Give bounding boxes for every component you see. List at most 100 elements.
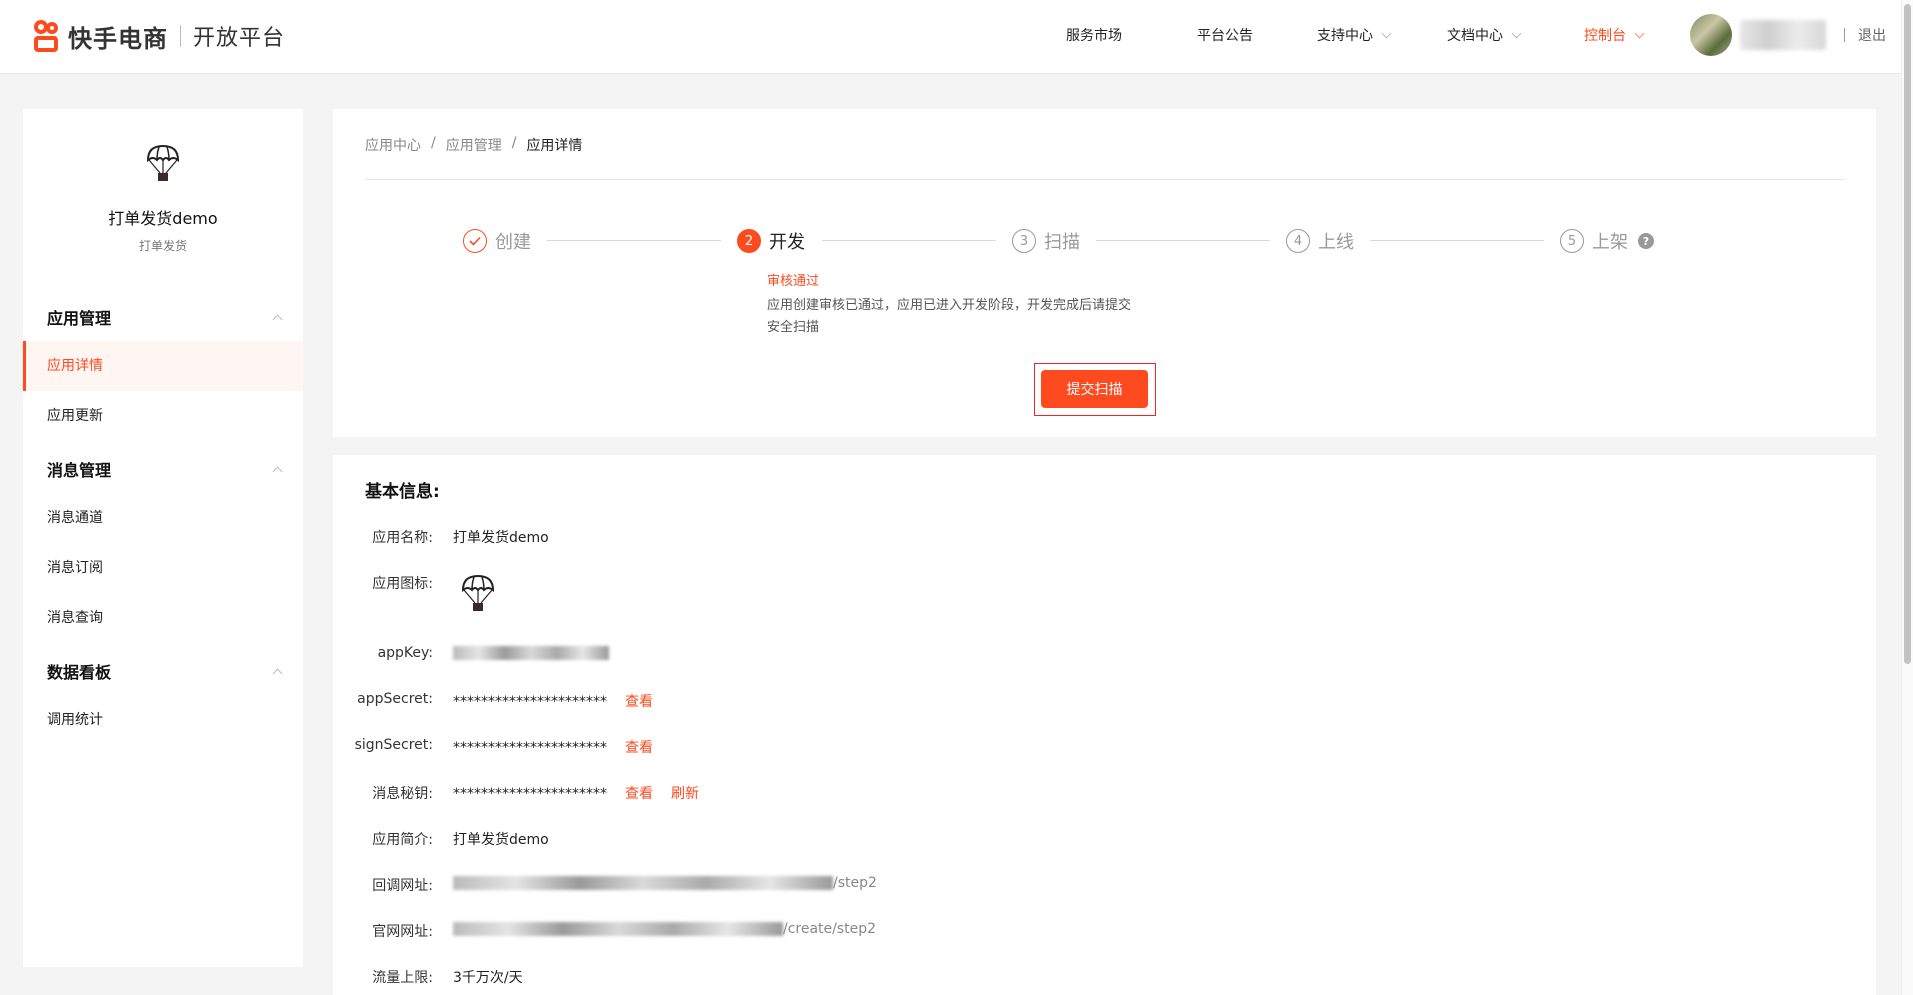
step-number: 3 bbox=[1012, 229, 1036, 253]
field-label: 应用名称: bbox=[372, 530, 433, 546]
step-connector bbox=[547, 240, 721, 241]
avatar[interactable] bbox=[1690, 14, 1732, 56]
step-label: 扫描 bbox=[1044, 232, 1080, 253]
nav-console[interactable]: 控制台 bbox=[1584, 25, 1645, 45]
sidebar: 打单发货demo 打单发货 应用管理 应用详情 应用更新 消息管理 消息通道 消… bbox=[23, 109, 303, 967]
field-label: 流量上限: bbox=[372, 970, 433, 986]
step-connector bbox=[1370, 240, 1544, 241]
scrollbar-thumb[interactable] bbox=[1904, 4, 1911, 664]
refresh-message-secret-link[interactable]: 刷新 bbox=[671, 786, 699, 802]
chevron-down-icon bbox=[1381, 28, 1392, 38]
sidebar-group-app-management[interactable]: 应用管理 bbox=[47, 305, 111, 329]
breadcrumb-app-management[interactable]: 应用管理 bbox=[446, 135, 502, 155]
view-message-secret-link[interactable]: 查看 bbox=[625, 786, 653, 802]
nav-announcements[interactable]: 平台公告 bbox=[1197, 25, 1253, 45]
view-signsecret-link[interactable]: 查看 bbox=[625, 740, 653, 756]
section-title: 基本信息: bbox=[365, 482, 440, 502]
breadcrumb: 应用中心 / 应用管理 / 应用详情 bbox=[365, 135, 582, 155]
username-redacted[interactable] bbox=[1740, 20, 1826, 50]
appkey-value-redacted bbox=[453, 645, 609, 661]
nav-label: 支持中心 bbox=[1317, 28, 1373, 44]
submit-scan-button[interactable]: 提交扫描 bbox=[1041, 370, 1148, 408]
logo-divider bbox=[180, 25, 181, 47]
sidebar-item-call-stats[interactable]: 调用统计 bbox=[23, 695, 303, 745]
step-number: 2 bbox=[737, 229, 761, 253]
nav-label: 文档中心 bbox=[1447, 28, 1503, 44]
step-online: 4 上线 bbox=[1286, 228, 1354, 254]
step-number: 4 bbox=[1286, 229, 1310, 253]
nav-docs-center[interactable]: 文档中心 bbox=[1447, 25, 1522, 45]
sidebar-item-message-channel[interactable]: 消息通道 bbox=[23, 493, 303, 543]
nav-service-market[interactable]: 服务市场 bbox=[1066, 25, 1122, 45]
sidebar-item-app-update[interactable]: 应用更新 bbox=[23, 391, 303, 441]
step-create: 创建 bbox=[463, 228, 531, 254]
field-label: 回调网址: bbox=[372, 878, 433, 894]
sidebar-group-title: 数据看板 bbox=[47, 663, 112, 682]
step-develop: 2 开发 bbox=[737, 228, 805, 254]
logo[interactable]: 快手电商 开放平台 bbox=[32, 18, 285, 54]
masked-secret: ********************** bbox=[453, 740, 607, 756]
check-icon bbox=[463, 229, 487, 253]
chevron-up-icon[interactable] bbox=[272, 314, 283, 325]
app-category: 打单发货 bbox=[138, 239, 187, 253]
field-label: 官网网址: bbox=[372, 924, 433, 940]
sidebar-group-data-dashboard[interactable]: 数据看板 bbox=[47, 659, 111, 683]
appsecret-row: ********************** 查看 bbox=[453, 691, 653, 711]
parachute-icon bbox=[461, 574, 495, 611]
status-description: 应用创建审核已通过，应用已进入开发阶段，开发完成后请提交安全扫描 bbox=[767, 298, 1132, 335]
sidebar-item-label: 消息查询 bbox=[47, 610, 103, 626]
sidebar-item-message-query[interactable]: 消息查询 bbox=[23, 593, 303, 643]
field-label: 应用简介: bbox=[372, 832, 433, 848]
sidebar-item-label: 消息通道 bbox=[47, 510, 103, 526]
breadcrumb-current: 应用详情 bbox=[526, 138, 583, 154]
step-connector bbox=[822, 240, 996, 241]
nav-label: 服务市场 bbox=[1066, 28, 1122, 44]
sidebar-group-message-management[interactable]: 消息管理 bbox=[47, 457, 111, 481]
progress-card: 应用中心 / 应用管理 / 应用详情 创建 2 开发 3 扫描 4 上线 5 上… bbox=[333, 109, 1876, 437]
sidebar-item-app-detail[interactable]: 应用详情 bbox=[23, 341, 303, 391]
step-label: 上架 bbox=[1592, 232, 1628, 253]
logout-link[interactable]: 退出 bbox=[1858, 25, 1886, 45]
callback-url-value: /step2 bbox=[453, 875, 877, 891]
masked-secret: ********************** bbox=[453, 694, 607, 710]
sidebar-group-title: 应用管理 bbox=[47, 309, 112, 328]
field-label: 消息秘钥: bbox=[372, 786, 433, 802]
chevron-up-icon[interactable] bbox=[272, 466, 283, 477]
nav-label: 控制台 bbox=[1584, 28, 1626, 44]
step-label: 创建 bbox=[495, 232, 531, 253]
basic-info-card: 基本信息: 应用名称: 打单发货demo 应用图标: appKey: appSe… bbox=[333, 455, 1876, 995]
signsecret-row: ********************** 查看 bbox=[453, 737, 653, 757]
page-scrollbar[interactable] bbox=[1901, 0, 1913, 995]
parachute-icon bbox=[146, 144, 180, 181]
app-name: 打单发货demo bbox=[108, 209, 218, 228]
breadcrumb-separator: / bbox=[431, 135, 436, 151]
help-icon[interactable]: ? bbox=[1638, 233, 1654, 249]
logo-subtitle: 开放平台 bbox=[193, 26, 286, 51]
message-secret-row: ********************** 查看 刷新 bbox=[453, 783, 699, 803]
nav-support-center[interactable]: 支持中心 bbox=[1317, 25, 1392, 45]
field-label: signSecret: bbox=[354, 737, 433, 753]
step-listing: 5 上架 ? bbox=[1560, 228, 1654, 254]
field-label: 应用图标: bbox=[372, 576, 433, 592]
breadcrumb-app-center[interactable]: 应用中心 bbox=[365, 135, 421, 155]
sidebar-item-label: 调用统计 bbox=[47, 712, 103, 728]
logo-text: 快手电商 bbox=[68, 24, 168, 53]
website-url-value: /create/step2 bbox=[453, 921, 876, 937]
sidebar-item-message-subscribe[interactable]: 消息订阅 bbox=[23, 543, 303, 593]
chevron-down-icon bbox=[1634, 28, 1645, 38]
step-label: 上线 bbox=[1318, 232, 1354, 253]
kuaishou-logo-icon bbox=[32, 20, 60, 52]
traffic-limit-value: 3千万次/天 bbox=[453, 970, 523, 986]
view-appsecret-link[interactable]: 查看 bbox=[625, 694, 653, 710]
app-name-value: 打单发货demo bbox=[453, 530, 549, 546]
step-label: 开发 bbox=[769, 232, 805, 253]
sidebar-item-label: 消息订阅 bbox=[47, 560, 103, 576]
divider bbox=[365, 179, 1844, 180]
sidebar-item-label: 应用详情 bbox=[47, 358, 103, 374]
step-scan: 3 扫描 bbox=[1012, 228, 1080, 254]
field-label: appKey: bbox=[377, 645, 433, 661]
chevron-down-icon bbox=[1511, 28, 1522, 38]
status-title: 审核通过 bbox=[767, 274, 820, 289]
chevron-up-icon[interactable] bbox=[272, 668, 283, 679]
top-header: 快手电商 开放平台 服务市场 平台公告 支持中心 文档中心 控制台 退出 bbox=[0, 0, 1913, 74]
